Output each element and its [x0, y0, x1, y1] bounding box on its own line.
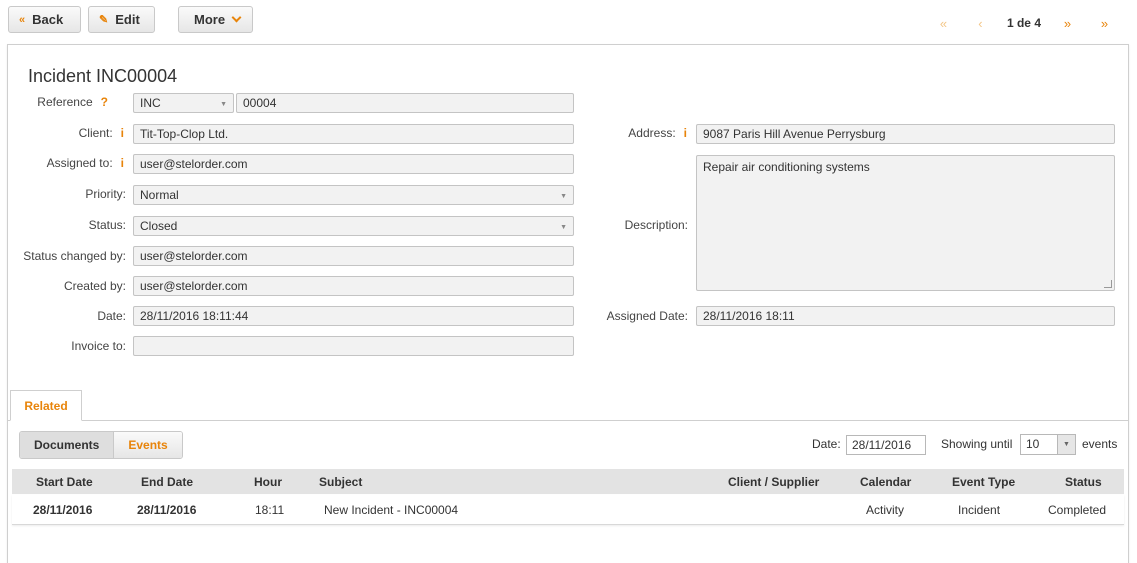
dropdown-arrow-icon: ▼: [1057, 435, 1075, 454]
events-suffix-label: events: [1082, 437, 1118, 451]
created-by-label: Created by:: [63, 279, 126, 293]
reference-label-text: Reference: [37, 95, 93, 109]
pencil-icon: ✎: [99, 14, 109, 26]
back-button[interactable]: « Back: [8, 6, 81, 33]
status-changed-by-label: Status changed by:: [23, 249, 126, 263]
double-chevron-left-icon: «: [19, 13, 26, 26]
more-label: More: [194, 12, 226, 27]
cell-end-date: 28/11/2016: [137, 503, 197, 517]
created-by-field[interactable]: user@stelorder.com: [133, 276, 574, 296]
cell-calendar: Activity: [866, 503, 905, 517]
priority-select[interactable]: Normal: [133, 185, 574, 205]
address-info-icon[interactable]: i: [684, 126, 687, 140]
assigned-to-label-text: Assigned to:: [46, 156, 113, 170]
address-label-text: Address:: [628, 126, 676, 140]
showing-count-select[interactable]: 10 ▼: [1020, 434, 1076, 455]
client-label-text: Client:: [78, 126, 113, 140]
address-field[interactable]: 9087 Paris Hill Avenue Perrysburg: [696, 124, 1115, 144]
events-date-label: Date:: [812, 437, 841, 451]
tab-related[interactable]: Related: [10, 390, 82, 421]
last-page-icon[interactable]: »: [1086, 16, 1123, 31]
status-select[interactable]: Closed: [133, 216, 574, 236]
column-header[interactable]: End Date: [141, 475, 193, 489]
reference-number-field[interactable]: 00004: [236, 93, 574, 113]
documents-button[interactable]: Documents: [20, 432, 114, 458]
column-header[interactable]: Event Type: [952, 475, 1015, 489]
column-header[interactable]: Subject: [319, 475, 362, 489]
more-button[interactable]: More: [178, 6, 253, 33]
cell-subject: New Incident - INC00004: [324, 503, 459, 517]
pager: « ‹ 1 de 4 » »: [925, 10, 1123, 36]
related-segmented-control: Documents Events: [19, 431, 183, 459]
reference-label: Reference?: [37, 95, 108, 109]
cell-hour: 18:11: [255, 503, 285, 517]
prev-page-icon[interactable]: ‹: [962, 16, 999, 31]
date-field[interactable]: 28/11/2016 18:11:44: [133, 306, 574, 326]
next-page-icon[interactable]: »: [1049, 16, 1086, 31]
status-changed-by-field[interactable]: user@stelorder.com: [133, 246, 574, 266]
showing-count-value: 10: [1026, 437, 1040, 451]
reference-prefix-select[interactable]: INC: [133, 93, 234, 113]
client-field[interactable]: Tit-Top-Clop Ltd.: [133, 124, 574, 144]
cell-status: Completed: [1048, 503, 1107, 517]
address-label: Address: i: [628, 126, 687, 140]
chevron-down-icon: [231, 12, 242, 23]
column-header[interactable]: Client / Supplier: [728, 475, 819, 489]
invoice-to-field[interactable]: [133, 336, 574, 356]
date-label: Date:: [97, 309, 126, 323]
client-info-icon[interactable]: i: [121, 126, 124, 140]
description-text: Repair air conditioning systems: [703, 160, 870, 174]
assigned-date-label: Assigned Date:: [606, 309, 688, 323]
events-button[interactable]: Events: [113, 432, 182, 458]
events-date-input[interactable]: 28/11/2016: [846, 435, 926, 455]
invoice-to-label: Invoice to:: [71, 339, 126, 353]
help-question-icon[interactable]: ?: [101, 95, 108, 109]
page-title: Incident INC00004: [28, 66, 178, 86]
cell-start-date: 28/11/2016: [33, 503, 93, 517]
edit-button[interactable]: ✎ Edit: [88, 6, 155, 33]
assigned-date-field[interactable]: 28/11/2016 18:11: [696, 306, 1115, 326]
assigned-to-label: Assigned to: i: [47, 156, 124, 170]
status-label: Status:: [88, 218, 126, 232]
description-textarea[interactable]: Repair air conditioning systems: [696, 155, 1115, 291]
column-header[interactable]: Start Date: [36, 475, 93, 489]
showing-until-label: Showing until: [941, 437, 1013, 451]
edit-label: Edit: [115, 12, 140, 27]
resize-handle-icon[interactable]: [1104, 280, 1112, 288]
back-label: Back: [32, 12, 64, 27]
priority-label: Priority:: [85, 187, 126, 201]
assigned-to-field[interactable]: user@stelorder.com: [133, 154, 574, 174]
column-header[interactable]: Status: [1065, 475, 1102, 489]
page-indicator: 1 de 4: [1006, 16, 1041, 30]
description-label: Description:: [624, 218, 688, 232]
cell-event-type: Incident: [958, 503, 1001, 517]
tab-divider: [8, 420, 1129, 421]
client-label: Client: i: [79, 126, 124, 140]
column-header[interactable]: Hour: [254, 475, 282, 489]
column-header[interactable]: Calendar: [860, 475, 911, 489]
assigned-info-icon[interactable]: i: [121, 156, 124, 170]
first-page-icon[interactable]: «: [925, 16, 962, 31]
